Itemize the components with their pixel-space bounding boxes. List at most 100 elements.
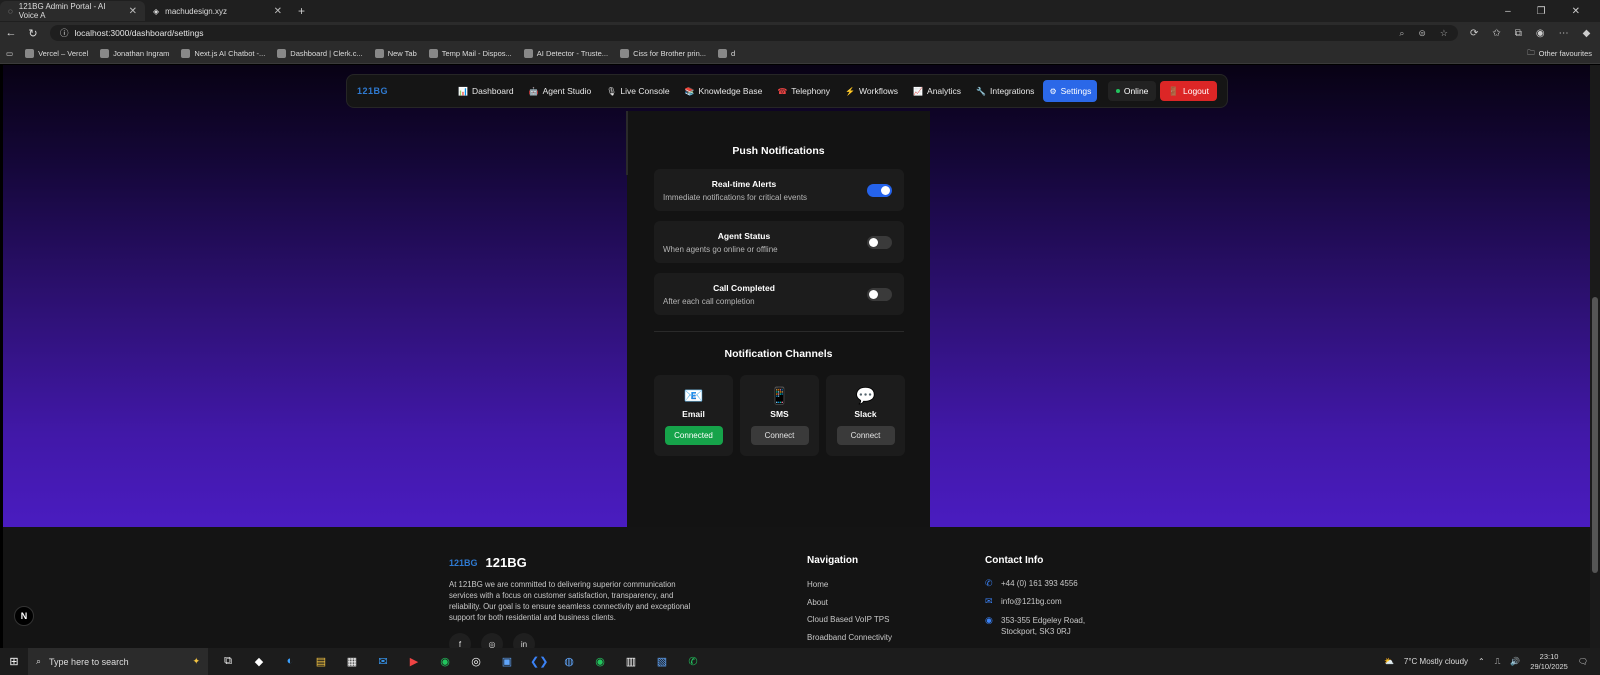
browser-tab-bar: ◌ 121BG Admin Portal - AI Voice A ✕ ◈ ma… [0, 0, 1600, 22]
gear-icon: ⚙ [1049, 86, 1057, 96]
address-bar[interactable]: ⓘ localhost:3000/dashboard/settings ⌕ ⊜ ☆ [50, 25, 1458, 41]
bookmark-item[interactable]: Vercel – Vercel [25, 49, 88, 58]
chrome-icon[interactable]: ◉ [437, 655, 453, 668]
back-icon[interactable]: ← [0, 27, 22, 39]
file-explorer-icon[interactable]: ▤ [313, 655, 329, 668]
bookmarks-bar: ▭ Vercel – Vercel Jonathan Ingram Next.j… [0, 44, 1600, 64]
sms-connect-button[interactable]: Connect [750, 426, 809, 445]
chrome-icon[interactable]: ◉ [592, 655, 608, 668]
weather-text[interactable]: 7°C Mostly cloudy [1404, 657, 1468, 666]
folder-icon: 🗀 [1527, 48, 1535, 57]
agent-status-toggle[interactable] [867, 236, 892, 249]
setting-title: Real-time Alerts [711, 179, 777, 189]
nav-agent-studio[interactable]: 🤖 Agent Studio [523, 80, 598, 102]
setting-title: Call Completed [713, 283, 775, 293]
app-icon[interactable]: ◎ [468, 655, 484, 668]
nav-telephony[interactable]: ☎ Telephony [771, 80, 836, 102]
bookmark-item[interactable]: New Tab [374, 49, 417, 58]
new-tab-button[interactable]: + [290, 4, 313, 18]
clock[interactable]: 23:10 29/10/2025 [1530, 652, 1568, 672]
zoom-icon[interactable]: ⌕ [1399, 28, 1404, 39]
channel-name: SMS [770, 409, 789, 419]
page-scrollbar[interactable] [1590, 65, 1600, 648]
bookmark-item[interactable]: Dashboard | Clerk.c... [277, 49, 363, 58]
footer-link-about[interactable]: About [807, 598, 828, 607]
chevron-up-icon[interactable]: ⌃ [1478, 657, 1485, 666]
app-icon[interactable]: ▣ [499, 655, 515, 668]
contact-email[interactable]: ✉ info@121bg.com [985, 596, 1062, 607]
instagram-icon[interactable]: ◎ [481, 633, 503, 648]
store-icon[interactable]: ▦ [344, 655, 360, 668]
channel-email: 📧 Email Connected [654, 375, 733, 456]
nav-knowledge-base[interactable]: 📚 Knowledge Base [679, 80, 769, 102]
bookmarks-toggle-icon[interactable]: ▭ [6, 49, 13, 58]
nav-integrations[interactable]: 🔧 Integrations [970, 80, 1040, 102]
extensions-icon[interactable]: ⟳ [1470, 28, 1478, 39]
app-icon[interactable]: ▧ [654, 655, 670, 668]
app-icon[interactable]: ▥ [623, 655, 639, 668]
edge-app-icon[interactable]: ◐ [282, 655, 298, 668]
profile-icon[interactable]: ◉ [1536, 28, 1545, 39]
other-favourites[interactable]: 🗀 Other favourites [1527, 47, 1600, 60]
bookmark-icon [25, 49, 35, 58]
realtime-alerts-toggle[interactable] [867, 184, 892, 197]
social-links: f ◎ in [449, 633, 535, 648]
copilot-app-icon[interactable]: ◆ [251, 655, 267, 668]
call-completed-toggle[interactable] [867, 288, 892, 301]
bookmark-item[interactable]: AI Detector - Truste... [523, 49, 608, 58]
close-tab-icon[interactable]: ✕ [274, 6, 282, 17]
bookmark-item[interactable]: Jonathan Ingram [100, 49, 169, 58]
bookmark-item[interactable]: Temp Mail - Dispos... [428, 49, 512, 58]
bookmark-item[interactable]: d [718, 49, 735, 58]
refresh-icon[interactable]: ↻ [22, 27, 44, 40]
bookmark-item[interactable]: Ciss for Brother prin... [620, 49, 706, 58]
logout-button[interactable]: 🚪 Logout [1160, 81, 1217, 101]
browser-tab[interactable]: ◈ machudesign.xyz ✕ [145, 1, 290, 21]
whatsapp-icon[interactable]: ✆ [685, 655, 701, 668]
linkedin-icon[interactable]: in [513, 633, 535, 648]
more-icon[interactable]: ⋯ [1559, 28, 1569, 39]
app-icon[interactable]: ◍ [561, 655, 577, 668]
bookmark-item[interactable]: Next.js AI Chatbot -... [181, 49, 265, 58]
door-icon: 🚪 [1168, 85, 1179, 96]
nav-dashboard[interactable]: 📊 Dashboard [452, 80, 520, 102]
online-dot-icon [1115, 89, 1120, 93]
close-window-icon[interactable]: ✕ [1572, 6, 1580, 17]
favorites-icon[interactable]: ✩ [1492, 28, 1500, 39]
tab-favicon-icon: ◈ [153, 6, 160, 16]
minimize-icon[interactable]: – [1505, 6, 1511, 17]
browser-tab-active[interactable]: ◌ 121BG Admin Portal - AI Voice A ✕ [0, 1, 145, 21]
footer-link-home[interactable]: Home [807, 580, 828, 589]
footer-link-broadband[interactable]: Broadband Connectivity [807, 633, 892, 642]
app-logo[interactable]: 121BG [357, 86, 388, 96]
network-icon[interactable]: ⎍ [1495, 657, 1501, 667]
facebook-icon[interactable]: f [449, 633, 471, 648]
volume-icon[interactable]: 🔊 [1510, 657, 1520, 666]
windows-start-icon[interactable]: ⊞ [0, 655, 28, 668]
task-view-icon[interactable]: ⧉ [220, 655, 236, 668]
reader-icon[interactable]: ⊜ [1418, 28, 1426, 39]
close-tab-icon[interactable]: ✕ [129, 6, 137, 17]
mail-app-icon[interactable]: ✉ [375, 655, 391, 668]
setting-subtitle: When agents go online or offline [663, 245, 778, 254]
slack-connect-button[interactable]: Connect [836, 426, 895, 445]
nav-live-console[interactable]: 🎙 Live Console [600, 80, 675, 102]
nav-settings[interactable]: ⚙ Settings [1043, 80, 1098, 102]
copilot-icon[interactable]: ◆ [1583, 28, 1591, 39]
nav-analytics[interactable]: 📈 Analytics [907, 80, 967, 102]
vscode-icon[interactable]: ❮❯ [530, 655, 548, 668]
scrollbar-thumb[interactable] [1592, 297, 1598, 573]
windows-taskbar: ⊞ ⌕ Type here to search ✦ ⧉ ◆ ◐ ▤ ▦ ✉ ▶ ◉ … [0, 648, 1600, 675]
nextjs-dev-badge-icon[interactable]: N [14, 606, 34, 626]
youtube-icon[interactable]: ▶ [406, 655, 422, 668]
restore-icon[interactable]: ❐ [1537, 6, 1546, 17]
nav-workflows[interactable]: ⚡ Workflows [839, 80, 904, 102]
footer-link-voip[interactable]: Cloud Based VoIP TPS [807, 615, 889, 624]
chart-icon: 📈 [913, 86, 924, 96]
favorite-star-icon[interactable]: ☆ [1440, 28, 1448, 39]
email-connected-button[interactable]: Connected [664, 426, 723, 445]
notifications-icon[interactable]: 🗨 [1578, 657, 1588, 666]
footer-logo-mark: 121BG [449, 557, 478, 568]
taskbar-search[interactable]: ⌕ Type here to search ✦ [28, 648, 208, 675]
collections-icon[interactable]: ⧉ [1515, 28, 1522, 39]
